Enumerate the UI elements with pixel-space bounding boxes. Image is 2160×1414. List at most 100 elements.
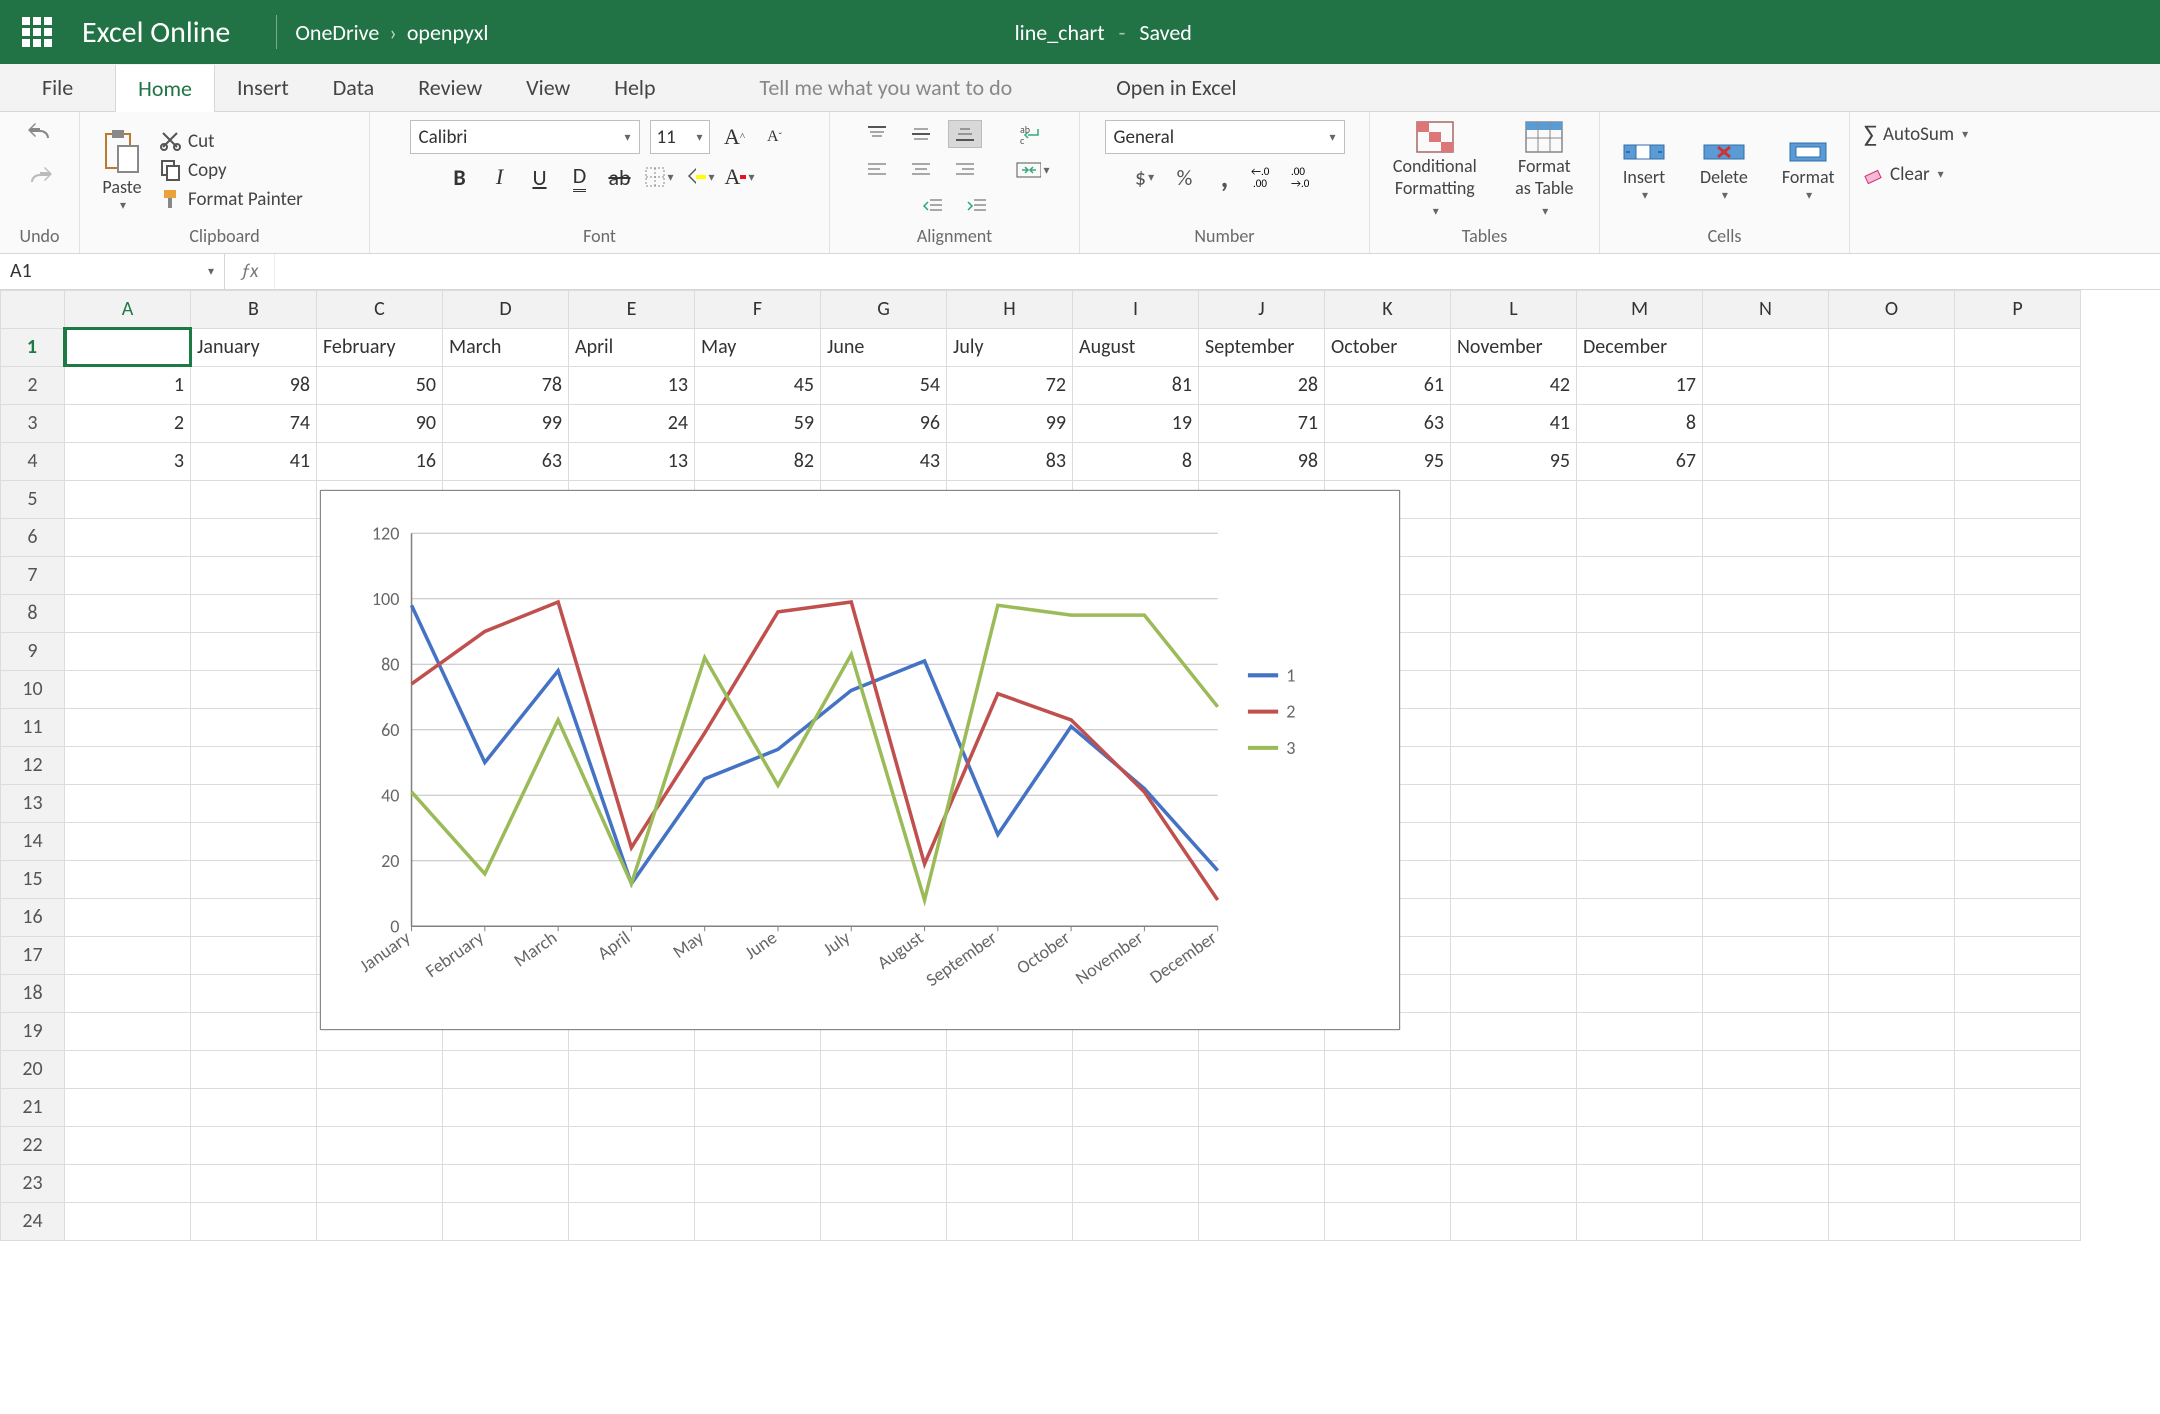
cell[interactable] <box>191 860 317 898</box>
cell[interactable] <box>1955 670 2081 708</box>
copy-button[interactable]: Copy <box>160 159 303 182</box>
cell[interactable] <box>947 1126 1073 1164</box>
cell[interactable]: 83 <box>947 442 1073 480</box>
cell[interactable]: 41 <box>191 442 317 480</box>
cell[interactable] <box>1577 1126 1703 1164</box>
strikethrough-button[interactable]: ab <box>605 162 635 192</box>
cell[interactable] <box>65 822 191 860</box>
cell[interactable] <box>695 1088 821 1126</box>
cell[interactable]: 3 <box>65 442 191 480</box>
cell[interactable] <box>1073 1088 1199 1126</box>
cell[interactable] <box>1829 632 1955 670</box>
cell[interactable] <box>1829 898 1955 936</box>
cell[interactable] <box>569 1126 695 1164</box>
cell[interactable] <box>1955 480 2081 518</box>
cell[interactable] <box>1703 898 1829 936</box>
cell[interactable] <box>1829 556 1955 594</box>
cell[interactable] <box>1703 708 1829 746</box>
cell[interactable] <box>65 328 191 366</box>
cell[interactable] <box>65 480 191 518</box>
cell[interactable] <box>1955 442 2081 480</box>
cell[interactable]: 16 <box>317 442 443 480</box>
cell[interactable]: April <box>569 328 695 366</box>
cell[interactable] <box>191 1126 317 1164</box>
cell[interactable]: 43 <box>821 442 947 480</box>
cell[interactable] <box>1955 1202 2081 1240</box>
comma-format-button[interactable]: , <box>1210 162 1240 192</box>
cell[interactable] <box>1703 936 1829 974</box>
cell[interactable] <box>1829 1126 1955 1164</box>
cell[interactable] <box>1577 480 1703 518</box>
cell[interactable]: 13 <box>569 366 695 404</box>
format-cells-button[interactable]: Format▾ <box>1774 137 1843 203</box>
cell[interactable]: 95 <box>1325 442 1451 480</box>
column-header[interactable]: L <box>1451 290 1577 328</box>
cell[interactable] <box>65 594 191 632</box>
cell[interactable]: 61 <box>1325 366 1451 404</box>
cell[interactable] <box>1955 974 2081 1012</box>
cell[interactable] <box>317 1164 443 1202</box>
cell[interactable]: February <box>317 328 443 366</box>
cell[interactable] <box>317 1088 443 1126</box>
cell[interactable] <box>1451 746 1577 784</box>
cell[interactable] <box>1577 936 1703 974</box>
cell[interactable]: 96 <box>821 404 947 442</box>
row-header[interactable]: 19 <box>1 1012 65 1050</box>
cell[interactable]: 63 <box>1325 404 1451 442</box>
cell[interactable] <box>1451 1164 1577 1202</box>
breadcrumb-folder[interactable]: openpyxl <box>407 19 489 46</box>
cell[interactable] <box>1703 366 1829 404</box>
cell[interactable] <box>65 1202 191 1240</box>
cell[interactable] <box>1829 404 1955 442</box>
cell[interactable]: 41 <box>1451 404 1577 442</box>
cell[interactable] <box>1577 822 1703 860</box>
row-header[interactable]: 4 <box>1 442 65 480</box>
cell[interactable] <box>1829 708 1955 746</box>
font-color-button[interactable]: A▾ <box>725 162 755 192</box>
cell[interactable] <box>1955 518 2081 556</box>
cell[interactable] <box>1451 1202 1577 1240</box>
borders-button[interactable]: ▾ <box>645 162 675 192</box>
row-header[interactable]: 18 <box>1 974 65 1012</box>
cell[interactable] <box>1577 746 1703 784</box>
cell[interactable] <box>191 1202 317 1240</box>
row-header[interactable]: 6 <box>1 518 65 556</box>
file-name[interactable]: line_chart <box>1015 19 1105 46</box>
cell[interactable]: 72 <box>947 366 1073 404</box>
tell-me-search[interactable]: Tell me what you want to do <box>738 64 1035 111</box>
row-header[interactable]: 22 <box>1 1126 65 1164</box>
cell[interactable] <box>443 1164 569 1202</box>
underline-button[interactable]: U <box>525 162 555 192</box>
font-size-select[interactable]: 11 ▾ <box>650 120 710 154</box>
cell[interactable] <box>821 1126 947 1164</box>
cell[interactable] <box>191 632 317 670</box>
cell[interactable] <box>1703 1088 1829 1126</box>
column-header[interactable]: M <box>1577 290 1703 328</box>
row-header[interactable]: 14 <box>1 822 65 860</box>
row-header[interactable]: 1 <box>1 328 65 366</box>
row-header[interactable]: 5 <box>1 480 65 518</box>
font-family-select[interactable]: Calibri ▾ <box>410 120 640 154</box>
row-header[interactable]: 2 <box>1 366 65 404</box>
cell[interactable]: 13 <box>569 442 695 480</box>
cell[interactable] <box>1703 822 1829 860</box>
cell[interactable] <box>1577 1164 1703 1202</box>
cell[interactable] <box>191 480 317 518</box>
cell[interactable] <box>191 1050 317 1088</box>
cell[interactable] <box>1955 328 2081 366</box>
cell[interactable] <box>1703 1050 1829 1088</box>
cell[interactable] <box>1829 1088 1955 1126</box>
cell[interactable] <box>695 1050 821 1088</box>
cell[interactable] <box>1199 1088 1325 1126</box>
cell[interactable] <box>1955 822 2081 860</box>
row-header[interactable]: 10 <box>1 670 65 708</box>
cell[interactable] <box>1199 1126 1325 1164</box>
format-painter-button[interactable]: Format Painter <box>160 188 303 211</box>
align-left-button[interactable] <box>860 156 894 184</box>
cell[interactable] <box>1829 1050 1955 1088</box>
cell[interactable] <box>1073 1202 1199 1240</box>
row-header[interactable]: 13 <box>1 784 65 822</box>
cell[interactable] <box>947 1164 1073 1202</box>
cell[interactable] <box>191 898 317 936</box>
cell[interactable] <box>1829 936 1955 974</box>
